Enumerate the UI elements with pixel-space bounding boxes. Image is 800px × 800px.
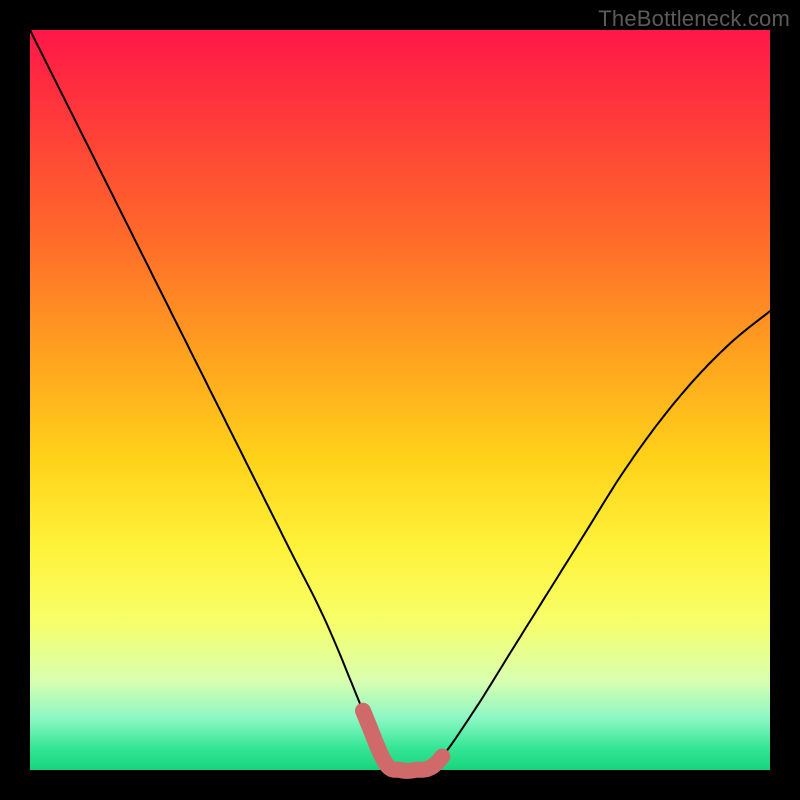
curve-svg: [30, 30, 770, 770]
plot-area: [30, 30, 770, 770]
minimum-highlight: [363, 711, 442, 771]
watermark-text: TheBottleneck.com: [598, 6, 790, 32]
bottleneck-curve: [30, 30, 770, 771]
chart-frame: TheBottleneck.com: [0, 0, 800, 800]
